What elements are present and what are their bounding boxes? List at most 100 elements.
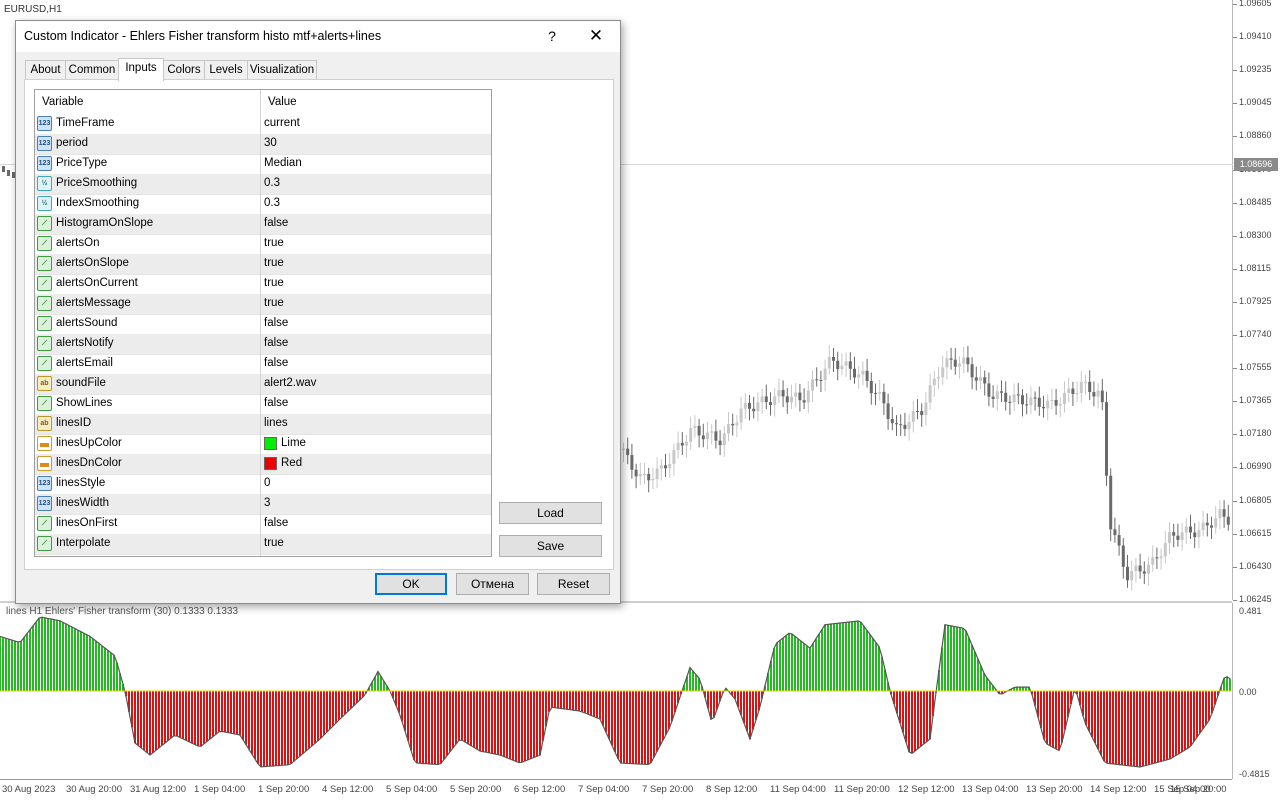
input-row-linesStyle[interactable]: 123 linesStyle 0	[35, 474, 491, 495]
candle-body	[941, 367, 945, 378]
input-value[interactable]: Lime	[281, 437, 306, 449]
candle-body	[685, 441, 688, 446]
tab-colors[interactable]: Colors	[163, 60, 205, 80]
candle-body	[890, 419, 894, 424]
input-row-alertsEmail[interactable]: ⟋ alertsEmail false	[35, 354, 491, 375]
input-row-Interpolate[interactable]: ⟋ Interpolate true	[35, 534, 491, 555]
input-row-alertsMessage[interactable]: ⟋ alertsMessage true	[35, 294, 491, 315]
candle-body	[920, 411, 924, 416]
input-name: alertsSound	[56, 317, 118, 329]
candle-body	[1210, 525, 1213, 528]
input-value[interactable]: true	[264, 237, 284, 249]
time-tick-label: 31 Aug 12:00	[130, 784, 186, 795]
input-row-alertsOnCurrent[interactable]: ⟋ alertsOnCurrent true	[35, 274, 491, 295]
input-value[interactable]: current	[264, 117, 300, 129]
input-value[interactable]: true	[264, 277, 284, 289]
load-button[interactable]: Load	[499, 502, 602, 524]
input-row-linesUpColor[interactable]: linesUpColor Lime	[35, 434, 491, 455]
grid-header: Variable Value	[35, 90, 491, 114]
input-value[interactable]: 0.3	[264, 197, 280, 209]
input-row-linesOnFirst[interactable]: ⟋ linesOnFirst false	[35, 514, 491, 535]
input-value[interactable]: true	[264, 257, 284, 269]
dialog-titlebar[interactable]: Custom Indicator - Ehlers Fisher transfo…	[16, 21, 620, 52]
price-tick-label: 1.08115	[1239, 262, 1271, 273]
input-row-soundFile[interactable]: ab soundFile alert2.wav	[35, 374, 491, 395]
help-button[interactable]: ?	[541, 23, 563, 49]
input-row-linesID[interactable]: ab linesID lines	[35, 414, 491, 435]
reset-button[interactable]: Reset	[537, 573, 610, 595]
input-row-IndexSmoothing[interactable]: ½ IndexSmoothing 0.3	[35, 194, 491, 215]
input-value[interactable]: alert2.wav	[264, 377, 316, 389]
string-icon: ab	[37, 376, 52, 391]
chart-symbol: EURUSD,H1	[4, 4, 62, 15]
input-value[interactable]: Red	[281, 457, 302, 469]
color-swatch[interactable]	[264, 437, 277, 450]
input-row-HistogramOnSlope[interactable]: ⟋ HistogramOnSlope false	[35, 214, 491, 235]
save-button[interactable]: Save	[499, 535, 602, 557]
indicator-tick-label: 0.481	[1239, 606, 1262, 616]
ok-button[interactable]: OK	[375, 573, 447, 595]
price-tick-mark	[1233, 467, 1237, 469]
indicator-axis[interactable]: 0.481 0.00 -0.4815	[1233, 603, 1280, 779]
tab-about[interactable]: About	[25, 60, 66, 80]
cancel-button[interactable]: Отмена	[456, 573, 529, 595]
price-axis[interactable]: 1.09605 1.09410 1.09235 1.09045 1.08860 1.086…	[1233, 0, 1280, 604]
candle-body	[974, 377, 978, 381]
column-header-variable[interactable]: Variable	[42, 96, 83, 108]
input-row-PriceSmoothing[interactable]: ½ PriceSmoothing 0.3	[35, 174, 491, 195]
input-row-period[interactable]: 123 period 30	[35, 134, 491, 155]
input-row-alertsNotify[interactable]: ⟋ alertsNotify false	[35, 334, 491, 355]
input-value[interactable]: false	[264, 517, 288, 529]
indicator-chart[interactable]	[0, 603, 1233, 779]
candle-body	[1130, 570, 1134, 581]
candle-body	[1067, 388, 1071, 393]
input-value[interactable]: 30	[264, 137, 277, 149]
candle-body	[1025, 404, 1029, 406]
candle-body	[718, 440, 722, 446]
input-row-ShowLines[interactable]: ⟋ ShowLines false	[35, 394, 491, 415]
tab-inputs[interactable]: Inputs	[118, 58, 164, 81]
input-value[interactable]: false	[264, 337, 288, 349]
input-value[interactable]: false	[264, 317, 288, 329]
input-value[interactable]: 0	[264, 477, 270, 489]
candle-body	[769, 402, 772, 405]
time-tick-label: 12 Sep 12:00	[898, 784, 955, 795]
input-value[interactable]: false	[264, 217, 288, 229]
column-header-value[interactable]: Value	[268, 96, 297, 108]
price-tick-mark	[1233, 136, 1237, 138]
close-icon[interactable]: ✕	[583, 23, 609, 49]
tab-levels[interactable]: Levels	[204, 60, 248, 80]
candle-body	[1008, 401, 1012, 403]
candle-body	[1218, 509, 1222, 519]
candle-body	[676, 442, 680, 451]
input-value[interactable]: 0.3	[264, 177, 280, 189]
input-value[interactable]: false	[264, 397, 288, 409]
input-row-alertsOnSlope[interactable]: ⟋ alertsOnSlope true	[35, 254, 491, 275]
price-tick-mark	[1233, 37, 1237, 39]
input-name: period	[56, 137, 88, 149]
input-row-linesWidth[interactable]: 123 linesWidth 3	[35, 494, 491, 515]
input-value[interactable]: true	[264, 537, 284, 549]
time-tick-label: 7 Sep 04:00	[578, 784, 630, 795]
input-value[interactable]: 3	[264, 497, 270, 509]
number-icon: 123	[37, 496, 52, 511]
input-row-TimeFrame[interactable]: 123 TimeFrame current	[35, 114, 491, 135]
input-row-PriceType[interactable]: 123 PriceType Median	[35, 154, 491, 175]
inputs-grid[interactable]: Variable Value 123 TimeFrame current 123 per…	[34, 89, 492, 557]
time-axis[interactable]: 30 Aug 2023 30 Aug 20:00 31 Aug 12:00 1 Sep…	[0, 779, 1232, 801]
candle-body	[1121, 545, 1125, 567]
grid-column-divider[interactable]	[260, 90, 261, 556]
tab-visualization[interactable]: Visualization	[247, 60, 317, 80]
candle-body	[1042, 406, 1045, 409]
input-row-linesDnColor[interactable]: linesDnColor Red	[35, 454, 491, 475]
input-row-alertsOn[interactable]: ⟋ alertsOn true	[35, 234, 491, 255]
input-name: alertsMessage	[56, 297, 131, 309]
input-row-alertsSound[interactable]: ⟋ alertsSound false	[35, 314, 491, 335]
tab-common[interactable]: Common	[65, 60, 119, 80]
input-value[interactable]: false	[264, 357, 288, 369]
input-value[interactable]: Median	[264, 157, 302, 169]
double-icon: ½	[37, 176, 52, 191]
color-swatch[interactable]	[264, 457, 277, 470]
input-value[interactable]: true	[264, 297, 284, 309]
input-value[interactable]: lines	[264, 417, 288, 429]
